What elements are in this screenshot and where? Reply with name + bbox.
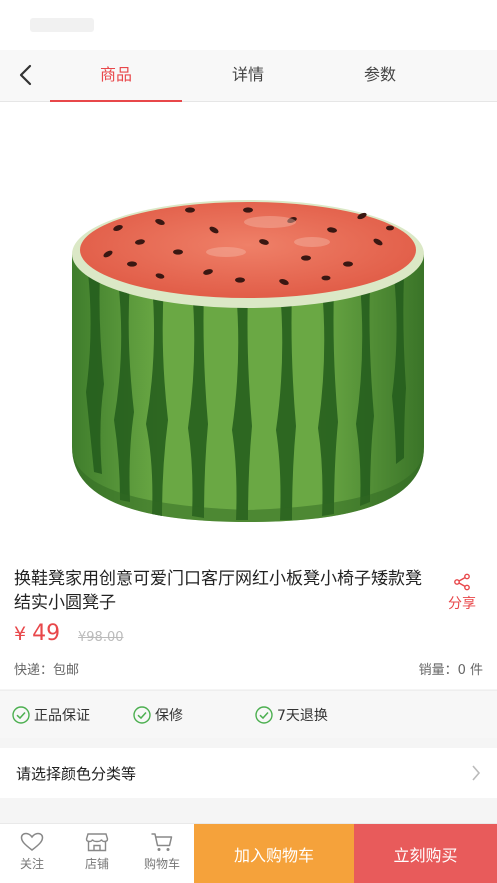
tab-product[interactable]: 商品 xyxy=(50,50,182,102)
tab-params[interactable]: 参数 xyxy=(314,50,446,102)
share-label: 分享 xyxy=(448,596,476,612)
follow-label: 关注 xyxy=(19,857,44,871)
chevron-left-icon xyxy=(19,64,32,86)
cart-label: 购物车 xyxy=(143,857,180,871)
spec-selector-label: 请选择颜色分类等 xyxy=(16,765,137,783)
store-icon xyxy=(85,833,109,852)
cart-button[interactable]: 购物车 xyxy=(136,832,188,872)
top-nav: 商品 详情 参数 xyxy=(0,50,497,102)
chevron-right-icon xyxy=(472,765,481,781)
shipping-info: 快递：包邮 xyxy=(14,663,80,678)
cart-icon xyxy=(151,833,173,851)
bottom-action-bar: 关注 店铺 购物车 加入购物车 立刻购买 xyxy=(0,823,497,883)
tab-details-label: 详情 xyxy=(231,65,264,84)
guarantee-label: 正品保证 xyxy=(34,708,90,724)
tab-details[interactable]: 详情 xyxy=(182,50,314,102)
original-price: ¥98.00 xyxy=(78,630,124,645)
sales-count: 销量：0 件 xyxy=(418,663,483,678)
follow-button[interactable]: 关注 xyxy=(6,832,58,872)
guarantee-warranty: 保修 xyxy=(133,705,183,725)
shop-button[interactable]: 店铺 xyxy=(71,832,123,872)
status-bar-placeholder xyxy=(30,18,94,32)
check-circle-icon xyxy=(12,706,30,724)
product-title: 换鞋凳家用创意可爱门口客厅网红小板凳小椅子矮款凳结实小圆凳子 xyxy=(14,569,422,613)
shop-label: 店铺 xyxy=(84,857,109,871)
current-price: ¥49 xyxy=(14,621,60,646)
guarantee-bar: 正品保证 保修 7天退换 xyxy=(0,690,497,738)
tab-product-label: 商品 xyxy=(99,65,132,84)
guarantee-authentic: 正品保证 xyxy=(12,705,90,725)
tab-params-label: 参数 xyxy=(363,65,396,84)
share-button[interactable]: 分享 xyxy=(438,573,486,613)
heart-icon xyxy=(20,832,44,851)
price-value: 49 xyxy=(32,621,61,646)
product-image xyxy=(72,200,424,522)
product-info: 换鞋凳家用创意可爱门口客厅网红小板凳小椅子矮款凳结实小圆凳子 分享 ¥49 ¥9… xyxy=(0,557,497,689)
product-image-carousel[interactable] xyxy=(0,102,497,557)
check-circle-icon xyxy=(255,706,273,724)
spec-selector[interactable]: 请选择颜色分类等 xyxy=(0,748,497,798)
back-button[interactable] xyxy=(10,60,40,90)
buy-now-button[interactable]: 立刻购买 xyxy=(354,824,497,883)
guarantee-return: 7天退换 xyxy=(255,705,328,725)
status-bar xyxy=(0,0,497,50)
check-circle-icon xyxy=(133,706,151,724)
guarantee-label: 7天退换 xyxy=(277,708,328,724)
currency-symbol: ¥ xyxy=(14,623,27,645)
add-to-cart-button[interactable]: 加入购物车 xyxy=(194,824,354,883)
guarantee-label: 保修 xyxy=(155,708,183,724)
share-icon xyxy=(454,573,470,591)
